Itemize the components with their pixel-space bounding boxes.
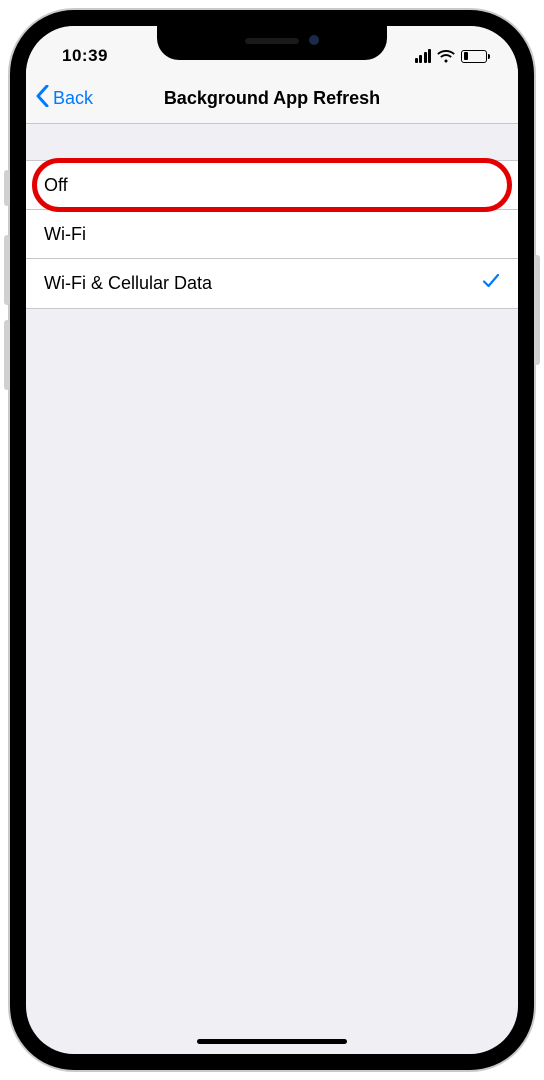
volume-up-button xyxy=(4,235,10,305)
option-label: Wi-Fi & Cellular Data xyxy=(44,273,212,294)
option-wifi[interactable]: Wi-Fi xyxy=(26,210,518,259)
cellular-signal-icon xyxy=(415,49,432,63)
battery-icon xyxy=(461,50,490,63)
device-frame: 10:39 xyxy=(10,10,534,1070)
highlight-annotation xyxy=(32,158,512,212)
back-button[interactable]: Back xyxy=(36,85,93,112)
mute-switch xyxy=(4,170,10,206)
home-indicator[interactable] xyxy=(197,1039,347,1044)
status-time: 10:39 xyxy=(62,46,108,66)
back-label: Back xyxy=(53,88,93,109)
checkmark-icon xyxy=(482,272,500,295)
option-wifi-cellular[interactable]: Wi-Fi & Cellular Data xyxy=(26,259,518,308)
option-label: Wi-Fi xyxy=(44,224,86,245)
notch xyxy=(157,26,387,60)
navigation-bar: Back Background App Refresh xyxy=(26,74,518,124)
option-label: Off xyxy=(44,175,68,196)
chevron-left-icon xyxy=(36,85,49,112)
option-off[interactable]: Off xyxy=(26,161,518,210)
screen: 10:39 xyxy=(26,26,518,1054)
power-button xyxy=(534,255,540,365)
volume-down-button xyxy=(4,320,10,390)
wifi-icon xyxy=(437,50,455,63)
status-indicators xyxy=(415,49,491,63)
page-title: Background App Refresh xyxy=(164,88,380,109)
content-area: Off Wi-Fi Wi-Fi & Cellular Data xyxy=(26,124,518,309)
options-group: Off Wi-Fi Wi-Fi & Cellular Data xyxy=(26,160,518,309)
